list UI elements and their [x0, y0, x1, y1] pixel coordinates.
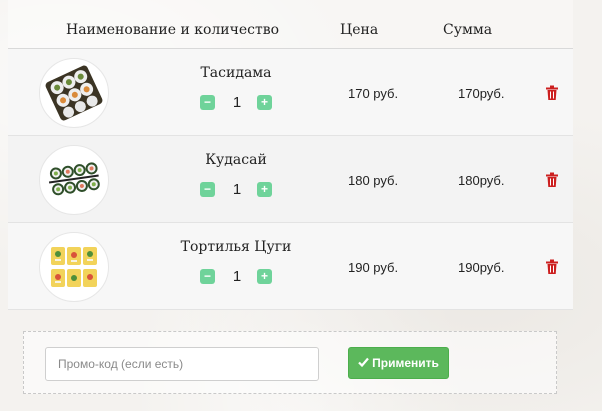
item-price: 190 руб.: [348, 260, 399, 275]
header-price: Цена: [340, 22, 379, 38]
quantity-value: 1: [232, 181, 242, 198]
decrease-quantity-button[interactable]: −: [200, 182, 215, 197]
item-price: 170 руб.: [348, 86, 399, 101]
apply-promo-label: Применить: [372, 356, 439, 370]
header-name-qty: Наименование и количество: [66, 22, 280, 38]
product-image: [39, 58, 109, 128]
check-icon: [358, 356, 369, 370]
quantity-value: 1: [232, 94, 242, 111]
product-image: [39, 145, 109, 215]
apply-promo-button[interactable]: Применить: [348, 347, 449, 379]
item-price: 180 руб.: [348, 173, 399, 188]
product-image: [39, 232, 109, 302]
item-sum: 190руб.: [458, 260, 505, 275]
increase-quantity-button[interactable]: +: [257, 269, 272, 284]
product-name: Тортилья Цуги: [180, 239, 292, 255]
cart-row: Тортилья Цуги − 1 + 190 руб. 190руб.: [8, 223, 573, 310]
trash-icon[interactable]: [545, 259, 559, 275]
cart-header: Наименование и количество Цена Сумма: [8, 0, 573, 49]
item-sum: 180руб.: [458, 173, 505, 188]
item-sum: 170руб.: [458, 86, 505, 101]
quantity-value: 1: [232, 268, 242, 285]
increase-quantity-button[interactable]: +: [257, 95, 272, 110]
trash-icon[interactable]: [545, 172, 559, 188]
decrease-quantity-button[interactable]: −: [200, 95, 215, 110]
trash-icon[interactable]: [545, 85, 559, 101]
product-name: Тасидама: [200, 65, 272, 81]
cart-row: Кудасай − 1 + 180 руб. 180руб.: [8, 136, 573, 223]
header-sum: Сумма: [443, 22, 493, 38]
cart-table: Тасидама − 1 + 170 руб. 170руб. Кудасай …: [8, 49, 573, 310]
quantity-stepper: − 1 +: [200, 268, 274, 285]
quantity-stepper: − 1 +: [200, 181, 274, 198]
increase-quantity-button[interactable]: +: [257, 182, 272, 197]
promo-code-input[interactable]: [45, 347, 319, 381]
promo-code-section: Применить: [23, 331, 557, 394]
product-name: Кудасай: [205, 152, 267, 168]
quantity-stepper: − 1 +: [200, 94, 274, 111]
decrease-quantity-button[interactable]: −: [200, 269, 215, 284]
cart-row: Тасидама − 1 + 170 руб. 170руб.: [8, 49, 573, 136]
